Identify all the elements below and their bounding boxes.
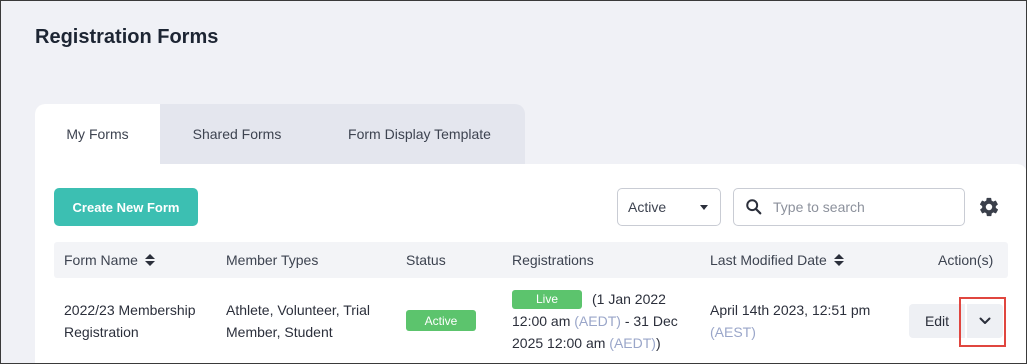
app-window: Registration Forms My Forms Shared Forms… [0,0,1027,364]
column-label: Action(s) [938,252,994,268]
column-label: Registrations [512,252,594,268]
search-icon [746,199,762,215]
timezone-label: (AEDT) [574,313,621,329]
status-filter-value: Active [628,199,667,215]
caret-down-icon [700,205,708,210]
last-modified-date: April 14th 2023, 12:51 pm [710,302,871,318]
column-registrations: Registrations [512,252,594,268]
actions-dropdown-button[interactable] [967,304,1003,338]
sort-icon [833,254,844,266]
column-actions: Action(s) [938,252,993,268]
closing-paren: ) [655,335,661,351]
search-box [733,188,965,226]
gear-icon[interactable] [978,196,1000,218]
forms-panel: Create New Form Active Form Name Member … [35,164,1026,363]
form-name-line: 2022/23 Membership [64,302,196,318]
edit-button[interactable]: Edit [909,304,965,338]
column-last-modified[interactable]: Last Modified Date [710,252,844,268]
registration-time: 12:00 am [512,313,571,329]
form-name-line: Registration [64,324,139,340]
column-status: Status [406,252,446,268]
column-label: Status [406,252,446,268]
column-label: Member Types [226,252,319,268]
registration-end-time: 2025 12:00 am [512,335,606,351]
member-types-line: Athlete, Volunteer, Trial [226,302,370,318]
page-title: Registration Forms [35,26,219,48]
sort-icon [144,254,155,266]
registration-start: (1 Jan 2022 [592,291,666,307]
column-member-types: Member Types [226,252,318,268]
member-types-line: Member, Student [226,324,333,340]
search-input[interactable] [773,199,953,215]
create-new-form-button[interactable]: Create New Form [54,188,198,226]
column-label: Form Name [64,252,138,268]
status-filter-select[interactable]: Active [617,188,721,226]
member-types-cell: Athlete, Volunteer, Trial Member, Studen… [226,299,370,343]
registration-end: - 31 Dec [624,313,678,329]
form-name-cell[interactable]: 2022/23 Membership Registration [64,299,196,343]
last-modified-cell: April 14th 2023, 12:51 pm (AEST) [710,299,870,343]
column-form-name[interactable]: Form Name [64,252,155,268]
tab-form-display-template[interactable]: Form Display Template [314,104,525,164]
column-label: Last Modified Date [710,252,827,268]
tab-bar: My Forms Shared Forms Form Display Templ… [35,104,525,164]
table-header: Form Name Member Types Status Registrati… [54,242,1008,278]
registrations-cell: Live (1 Jan 2022 12:00 am (AEDT) - 31 Dec… [512,288,678,354]
tab-my-forms[interactable]: My Forms [35,104,160,164]
live-badge: Live [512,290,582,309]
timezone-label: (AEDT) [609,335,656,351]
tab-shared-forms[interactable]: Shared Forms [160,104,314,164]
table-row: 2022/23 Membership Registration Athlete,… [54,278,1008,363]
status-badge: Active [406,310,476,331]
chevron-down-icon [979,317,991,324]
timezone-label: (AEST) [710,324,756,340]
